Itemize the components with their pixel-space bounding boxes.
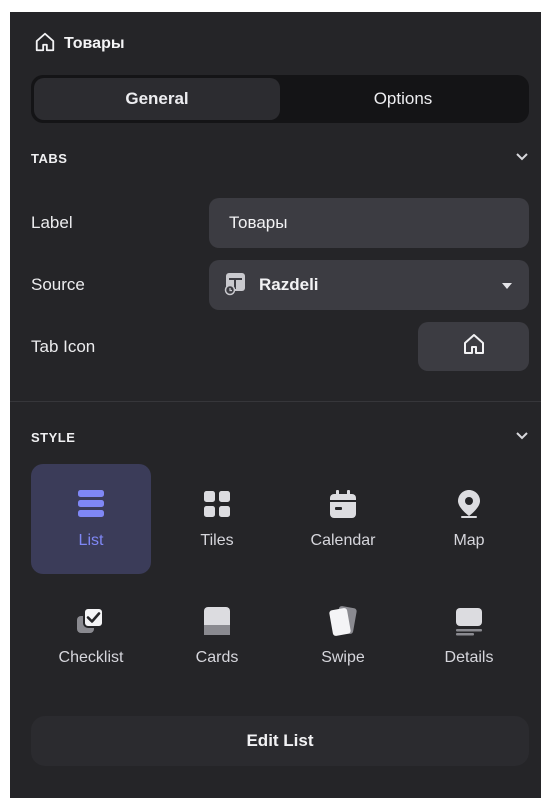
- style-option-label: Map: [453, 532, 485, 549]
- style-option-label: Swipe: [321, 649, 365, 666]
- style-option-details[interactable]: Details: [409, 581, 529, 691]
- style-option-checklist[interactable]: Checklist: [31, 581, 151, 691]
- style-option-swipe[interactable]: Swipe: [283, 581, 403, 691]
- details-icon: [454, 605, 484, 637]
- cards-icon: [203, 605, 231, 637]
- source-select-value: Razdeli: [259, 275, 319, 294]
- page-title: Товары: [64, 35, 125, 52]
- style-option-label: List: [78, 532, 104, 549]
- section-title: STYLE: [31, 429, 76, 445]
- section-title: TABS: [31, 150, 68, 166]
- list-icon: [77, 488, 105, 520]
- style-section-header[interactable]: STYLE: [31, 426, 529, 448]
- style-option-label: Details: [444, 649, 494, 666]
- edit-list-button[interactable]: Edit List: [31, 716, 529, 766]
- source-select[interactable]: Razdeli: [209, 260, 529, 310]
- tiles-icon: [203, 488, 231, 520]
- table-icon: [223, 270, 249, 301]
- chevron-down-icon[interactable]: [515, 149, 529, 167]
- style-option-calendar[interactable]: Calendar: [283, 464, 403, 574]
- style-option-cards[interactable]: Cards: [157, 581, 277, 691]
- source-field-label: Source: [31, 275, 85, 294]
- tab-general[interactable]: General: [34, 78, 280, 120]
- segmented-control: General Options: [31, 75, 529, 123]
- checklist-icon: [76, 605, 106, 637]
- tabs-section-header[interactable]: TABS: [31, 147, 529, 169]
- label-field-label: Label: [31, 213, 73, 232]
- properties-panel: Товары General Options TABS Label Товары…: [10, 12, 541, 798]
- map-pin-icon: [457, 488, 481, 520]
- swipe-icon: [328, 605, 358, 637]
- tab-icon-field-label: Tab Icon: [31, 337, 96, 356]
- style-option-map[interactable]: Map: [409, 464, 529, 574]
- label-input[interactable]: Товары: [209, 198, 529, 248]
- tab-icon-picker[interactable]: [418, 322, 529, 371]
- section-divider: [10, 401, 541, 402]
- label-input-value: Товары: [229, 213, 288, 232]
- style-option-list[interactable]: List: [31, 464, 151, 574]
- chevron-down-icon[interactable]: [515, 428, 529, 446]
- style-option-tiles[interactable]: Tiles: [157, 464, 277, 574]
- style-option-label: Cards: [195, 649, 239, 666]
- style-options-grid: List Tiles Calendar Map Checklist Cards …: [31, 464, 529, 691]
- style-option-label: Tiles: [200, 532, 234, 549]
- tab-options[interactable]: Options: [280, 78, 526, 120]
- calendar-icon: [329, 488, 357, 520]
- home-icon: [462, 332, 486, 361]
- home-icon: [34, 31, 56, 58]
- style-option-label: Calendar: [310, 532, 376, 549]
- style-option-label: Checklist: [58, 649, 124, 666]
- caret-down-icon: [501, 275, 513, 295]
- panel-header: Товары: [34, 30, 125, 58]
